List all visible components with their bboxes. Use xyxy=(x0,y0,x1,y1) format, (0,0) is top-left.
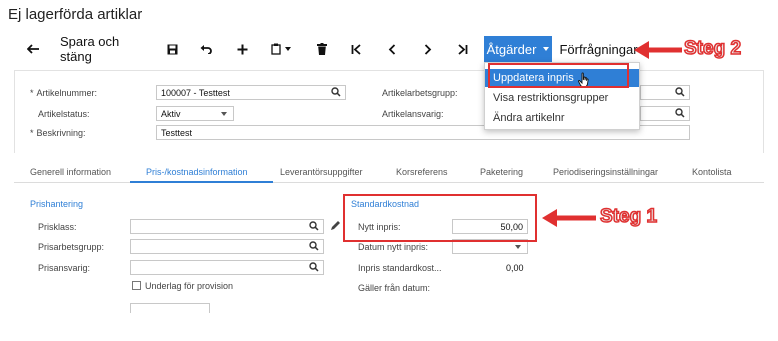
add-button[interactable] xyxy=(234,36,250,62)
item-number-label: * Artikelnummer: xyxy=(30,88,98,98)
tab-account-list[interactable]: Kontolista xyxy=(692,167,732,177)
item-class-label: Artikelarbetsgrupp: xyxy=(382,88,458,98)
chevron-left-icon xyxy=(388,43,396,55)
item-owner-field[interactable] xyxy=(640,106,690,121)
price-class-field[interactable] xyxy=(130,219,324,234)
commission-checkbox[interactable] xyxy=(132,281,141,290)
tab-general-info[interactable]: Generell information xyxy=(30,167,111,177)
plus-icon xyxy=(237,44,247,54)
std-cost-label: Inpris standardkost... xyxy=(358,263,442,273)
edit-icon[interactable] xyxy=(330,220,341,231)
chevron-down-icon xyxy=(543,47,550,51)
last-record-button[interactable] xyxy=(454,36,470,62)
tab-deferral-settings[interactable]: Periodiseringsinställningar xyxy=(553,167,658,177)
step1-arrow-icon xyxy=(542,209,596,227)
step2-arrow-icon xyxy=(634,41,682,59)
copy-paste-button[interactable] xyxy=(268,36,294,62)
clipboard-icon xyxy=(271,43,281,55)
chevron-down-icon xyxy=(285,47,291,51)
search-icon xyxy=(309,241,319,251)
first-record-button[interactable] xyxy=(348,36,364,62)
tab-packaging[interactable]: Paketering xyxy=(480,167,523,177)
trash-icon xyxy=(317,43,327,55)
previous-record-button[interactable] xyxy=(384,36,400,62)
tab-price-cost-info[interactable]: Pris-/kostnadsinformation xyxy=(146,167,248,177)
partial-field[interactable] xyxy=(130,303,210,313)
active-tab-indicator xyxy=(130,181,273,183)
description-label: * Beskrivning: xyxy=(30,128,86,138)
back-button[interactable] xyxy=(24,36,42,62)
chevron-right-icon xyxy=(424,43,432,55)
search-icon xyxy=(675,87,685,97)
actions-label: Åtgärder xyxy=(486,41,537,57)
search-icon xyxy=(309,221,319,231)
item-status-select[interactable]: Aktiv xyxy=(156,106,234,121)
price-workgroup-field[interactable] xyxy=(130,239,324,254)
step2-highlight-box xyxy=(488,63,629,88)
step1-highlight-box xyxy=(343,194,537,242)
item-class-field[interactable] xyxy=(640,85,690,100)
menu-item-view-restriction-groups[interactable]: Visa restriktionsgrupper xyxy=(485,90,639,106)
price-workgroup-label: Prisarbetsgrupp: xyxy=(38,242,105,252)
search-icon xyxy=(309,262,319,272)
item-number-field[interactable]: 100007 - Testtest xyxy=(156,85,346,100)
save-icon xyxy=(167,44,177,54)
delete-button[interactable] xyxy=(314,36,330,62)
step1-label: Steg 1 xyxy=(599,205,658,228)
item-status-label: Artikelstatus: xyxy=(38,109,90,119)
save-button[interactable] xyxy=(164,36,180,62)
price-manager-label: Prisansvarig: xyxy=(38,263,91,273)
step2-label: Steg 2 xyxy=(683,37,742,60)
new-cost-date-label: Datum nytt inpris: xyxy=(358,242,429,252)
chevron-down-icon xyxy=(221,112,227,116)
effective-date-label: Gäller från datum: xyxy=(358,283,431,293)
commission-label: Underlag för provision xyxy=(145,281,234,291)
undo-icon xyxy=(200,45,212,54)
last-icon xyxy=(457,43,467,55)
actions-menu-button[interactable]: Åtgärder xyxy=(484,36,552,62)
undo-button[interactable] xyxy=(198,36,214,62)
search-icon xyxy=(675,108,685,118)
inquiries-label: Förfrågningar xyxy=(559,41,638,57)
tab-bar: Generell information Pris-/kostnadsinfor… xyxy=(14,163,764,183)
next-record-button[interactable] xyxy=(420,36,436,62)
save-close-button[interactable]: Spara och stäng xyxy=(60,34,148,64)
tab-cross-reference[interactable]: Korsreferens xyxy=(396,167,448,177)
menu-item-change-item-number[interactable]: Ändra artikelnr xyxy=(485,110,639,126)
price-section-title: Prishantering xyxy=(30,199,84,209)
first-icon xyxy=(351,43,361,55)
tab-vendor-details[interactable]: Leverantörsuppgifter xyxy=(280,167,363,177)
page-title: Ej lagerförda artiklar xyxy=(8,6,143,23)
std-cost-value: 0,00 xyxy=(506,263,524,273)
search-icon xyxy=(331,87,341,97)
price-manager-field[interactable] xyxy=(130,260,324,275)
chevron-down-icon xyxy=(515,245,521,249)
price-class-label: Prisklass: xyxy=(38,222,77,232)
arrow-left-icon xyxy=(26,44,39,54)
item-owner-label: Artikelansvarig: xyxy=(382,109,444,119)
